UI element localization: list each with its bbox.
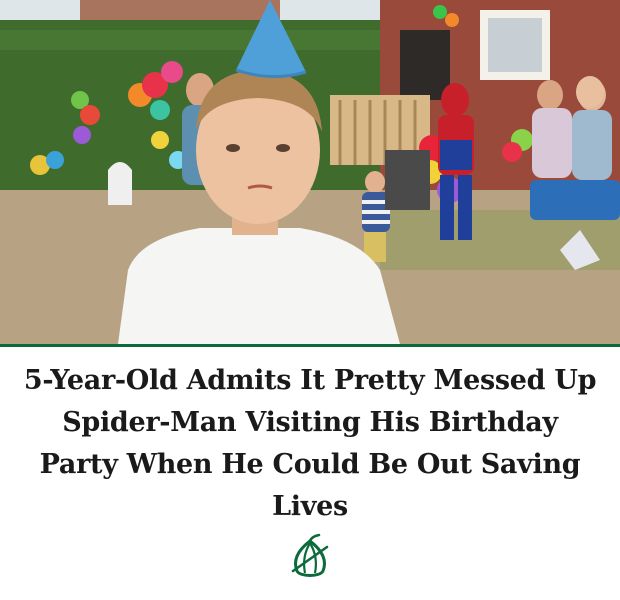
green-divider — [0, 344, 620, 347]
party-photo — [0, 0, 620, 344]
article-card: 5-Year-Old Admits It Pretty Messed Up Sp… — [0, 0, 620, 600]
onion-icon — [287, 533, 333, 581]
headline[interactable]: 5-Year-Old Admits It Pretty Messed Up Sp… — [20, 360, 600, 528]
